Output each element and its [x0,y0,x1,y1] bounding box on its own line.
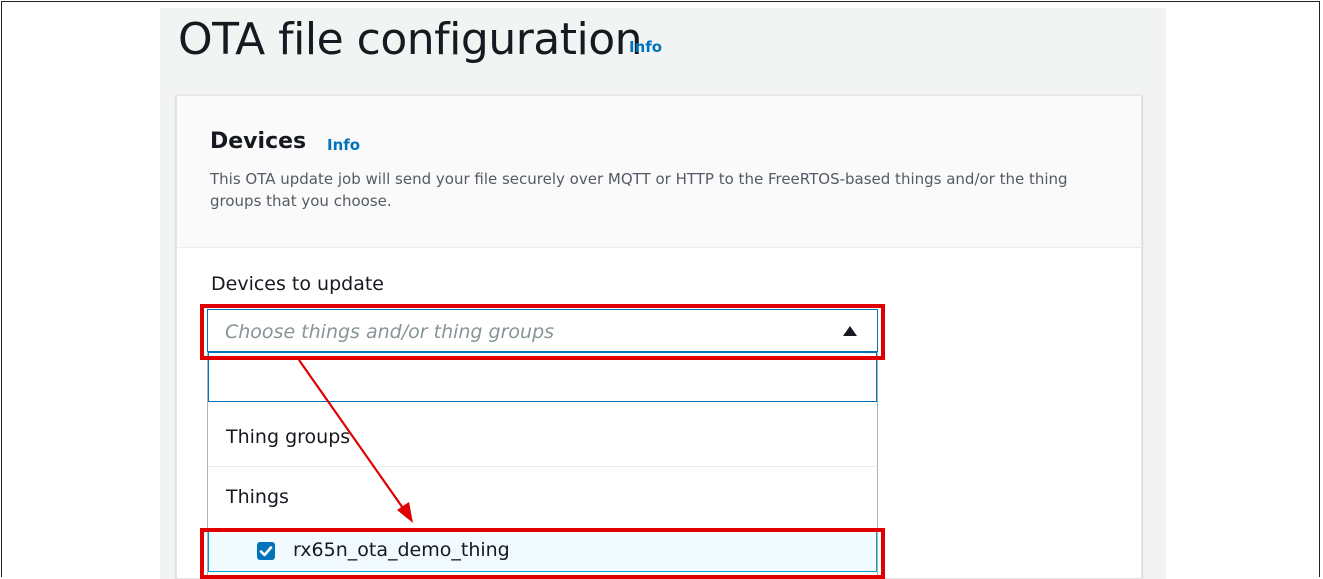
annotation-arrow [298,359,413,523]
